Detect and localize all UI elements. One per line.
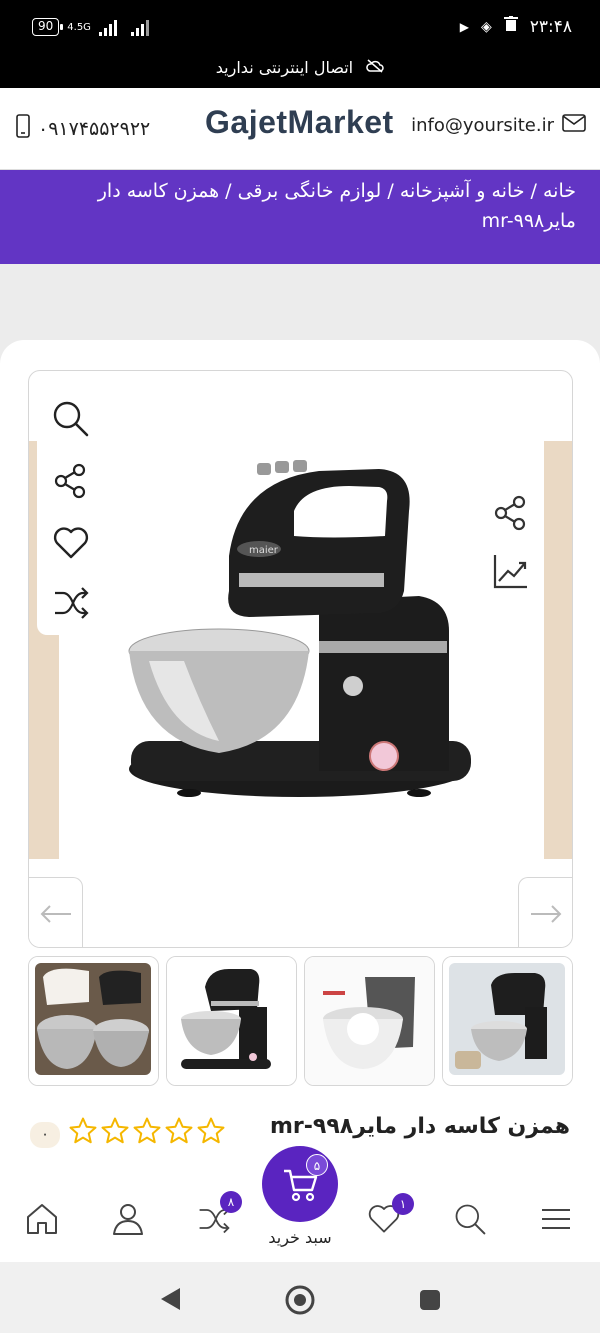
cart-label[interactable]: سبد خرید (262, 1228, 338, 1247)
heart-icon[interactable] (51, 523, 91, 563)
status-right: ▶ ◈ ۲۳:۴۸ (460, 16, 572, 37)
nav-account[interactable] (110, 1201, 150, 1241)
status-left: 90 4.5G (32, 18, 149, 36)
star-icon (133, 1117, 161, 1144)
play-icon: ▶ (459, 19, 469, 34)
signal-icon (98, 18, 117, 36)
star-icon (197, 1117, 225, 1144)
trash-icon (503, 16, 518, 37)
share-icon-right[interactable] (491, 493, 531, 533)
thumbnail[interactable] (304, 956, 435, 1086)
nav-home[interactable] (24, 1201, 64, 1241)
network-type: 4.5G (67, 21, 91, 33)
site-logo[interactable]: GajetMarket (205, 104, 394, 141)
breadcrumb-text: خانه / خانه و آشپزخانه / لوازم خانگی برق… (97, 180, 576, 232)
product-image[interactable]: maier (89, 441, 509, 821)
gallery-prev-button[interactable] (29, 877, 83, 947)
product-title: همزن کاسه دار مایرmr-۹۹۸ (270, 1114, 570, 1139)
offline-banner: اتصال اینترنتی ندارید (0, 58, 600, 77)
back-triangle-icon[interactable] (158, 1286, 182, 1312)
star-icon (69, 1117, 97, 1144)
shuffle-compare-icon[interactable] (51, 583, 91, 623)
battery-indicator: 90 (32, 18, 64, 36)
product-gallery: maier (28, 370, 573, 948)
gallery-tools (37, 377, 103, 635)
offline-text: اتصال اینترنتی ندارید (215, 58, 354, 77)
cart-count-badge: ۵ (306, 1154, 328, 1176)
thumbnail-strip (28, 956, 573, 1086)
recents-square-icon[interactable] (418, 1288, 442, 1312)
status-bar: 90 4.5G ▶ ◈ ۲۳:۴۸ اتصال اینترنتی ندارید (0, 0, 600, 88)
image-strip-right (544, 441, 572, 859)
mail-icon (562, 114, 586, 137)
site-header: ۰۹۱۷۴۵۵۲۹۲۲ GajetMarket info@yoursite.ir (0, 88, 600, 170)
rating-count: ۰ (30, 1122, 60, 1148)
user-icon (113, 1204, 143, 1235)
cart-button[interactable]: ۵ (262, 1146, 338, 1222)
rating-stars[interactable] (68, 1116, 226, 1146)
home-icon (27, 1204, 57, 1234)
nav-wishlist[interactable]: ۱ (366, 1193, 414, 1241)
brand-logo-text: maier (249, 545, 279, 556)
clock: ۲۳:۴۸ (529, 16, 572, 37)
mobile-icon (16, 114, 30, 143)
search-icon (455, 1204, 486, 1235)
gallery-next-button[interactable] (518, 877, 572, 947)
signal-icon-2 (130, 18, 149, 36)
zoom-search-icon[interactable] (51, 399, 91, 439)
star-icon (165, 1117, 193, 1144)
phone-number: ۰۹۱۷۴۵۵۲۹۲۲ (38, 117, 151, 140)
compare-count-badge: ۸ (220, 1191, 242, 1213)
share-icon[interactable] (51, 461, 91, 501)
arrow-right-icon (530, 904, 561, 923)
thumbnail[interactable] (442, 956, 573, 1086)
thumbnail-active[interactable] (166, 956, 297, 1086)
home-circle-icon[interactable] (284, 1284, 316, 1316)
breadcrumb[interactable]: خانه / خانه و آشپزخانه / لوازم خانگی برق… (0, 170, 600, 264)
phone-link[interactable]: ۰۹۱۷۴۵۵۲۹۲۲ (16, 114, 150, 143)
cloud-off-icon (366, 58, 384, 77)
email-text: info@yoursite.ir (411, 115, 554, 136)
price-chart-icon[interactable] (491, 551, 531, 591)
arrow-left-icon (40, 904, 71, 923)
nav-compare[interactable]: ۸ (196, 1191, 242, 1241)
wishlist-count-badge: ۱ (392, 1193, 414, 1215)
email-link[interactable]: info@yoursite.ir (411, 114, 586, 137)
menu-icon (542, 1209, 570, 1229)
nav-menu[interactable] (538, 1201, 578, 1241)
system-nav-bar (0, 1262, 600, 1333)
layers-icon: ◈ (480, 18, 492, 35)
thumbnail[interactable] (28, 956, 159, 1086)
nav-search[interactable] (452, 1201, 492, 1241)
star-icon (101, 1117, 129, 1144)
